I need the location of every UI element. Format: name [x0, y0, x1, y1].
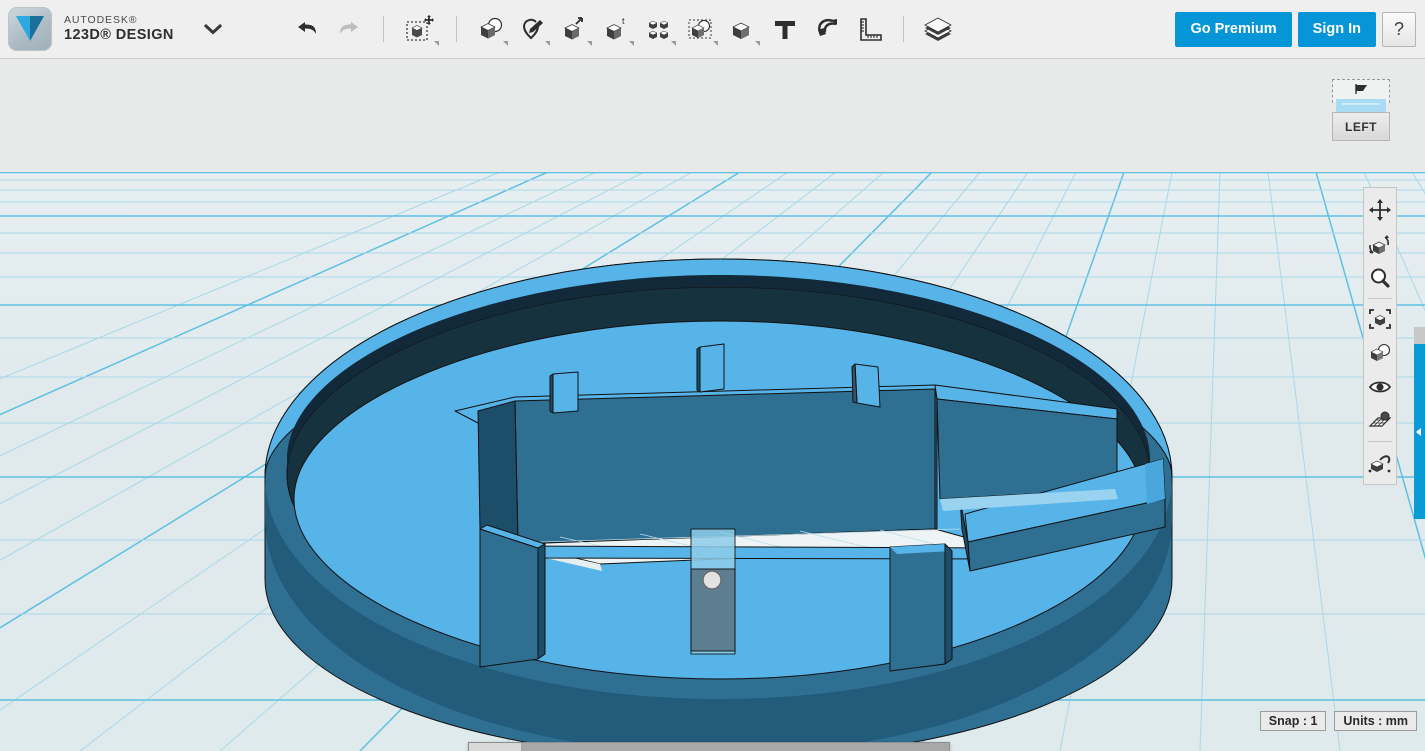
application-window: AUTODESK® 123D® DESIGN t Go Premium Sign… [0, 0, 1425, 751]
grid-snap-icon[interactable] [1364, 404, 1396, 438]
autodesk-logo-icon [8, 7, 52, 51]
primitives-cube-sphere-icon[interactable] [470, 7, 512, 51]
view-cube-face-left[interactable]: LEFT [1332, 112, 1390, 141]
view-cube[interactable]: LEFT [1332, 79, 1390, 141]
sign-in-button[interactable]: Sign In [1297, 11, 1376, 47]
units-status[interactable]: Units : mm [1334, 711, 1417, 731]
3d-viewport[interactable]: LEFT Snap: 1 Units: mm [0, 59, 1425, 751]
chevron-down-icon[interactable] [200, 16, 226, 42]
fit-to-view-icon[interactable] [1364, 302, 1396, 336]
redo-button[interactable] [328, 7, 370, 51]
materials-stack-icon[interactable] [917, 7, 959, 51]
undo-button[interactable] [286, 7, 328, 51]
svg-text:t: t [622, 16, 625, 26]
sketch-pen-icon[interactable] [512, 7, 554, 51]
product-name: 123D® DESIGN [64, 26, 174, 43]
measure-ruler-icon[interactable] [848, 7, 890, 51]
toolbar-divider [902, 16, 904, 42]
right-panel-toggle[interactable] [1414, 344, 1425, 519]
navigation-toolbar [1363, 187, 1397, 485]
help-button[interactable]: ? [1382, 11, 1416, 47]
orbit-icon[interactable] [1364, 227, 1396, 261]
modify-cube-icon[interactable]: t [596, 7, 638, 51]
pan-arrows-icon[interactable] [1364, 193, 1396, 227]
magnet-snap-icon[interactable] [806, 7, 848, 51]
go-premium-button[interactable]: Go Premium [1175, 11, 1292, 47]
solid-cube-icon[interactable] [722, 7, 764, 51]
shape-type-cube-button[interactable] [469, 743, 522, 751]
snap-status[interactable]: Snap : 1 [1259, 711, 1327, 731]
construct-extrude-icon[interactable] [554, 7, 596, 51]
view-home-icon[interactable] [1354, 82, 1370, 100]
top-toolbar: AUTODESK® 123D® DESIGN t Go Premium Sign… [0, 0, 1425, 59]
tool-group: t [286, 7, 959, 51]
nav-divider [1368, 441, 1392, 442]
toolbar-divider [455, 16, 457, 42]
transform-move-icon[interactable] [397, 7, 443, 51]
brand-name: AUTODESK® [64, 14, 138, 26]
toolbar-divider [382, 16, 384, 42]
nav-divider [1368, 298, 1392, 299]
measure-magnet-icon[interactable] [1364, 445, 1396, 479]
status-bar: Snap : 1 Units : mm [1259, 711, 1417, 731]
text-tool-icon[interactable] [764, 7, 806, 51]
combine-boolean-icon[interactable] [680, 7, 722, 51]
panel-corner [1414, 327, 1425, 344]
shape-properties-panel: Length: Width: Height: [468, 742, 950, 751]
collapse-arrow-left-icon [1416, 427, 1421, 436]
display-style-icon[interactable] [1364, 336, 1396, 370]
eye-visibility-icon[interactable] [1364, 370, 1396, 404]
pattern-grid-icon[interactable] [638, 7, 680, 51]
zoom-magnifier-icon[interactable] [1364, 261, 1396, 295]
model-cylindrical-enclosure[interactable] [0, 59, 1425, 751]
app-logo[interactable]: AUTODESK® 123D® DESIGN [0, 7, 174, 51]
